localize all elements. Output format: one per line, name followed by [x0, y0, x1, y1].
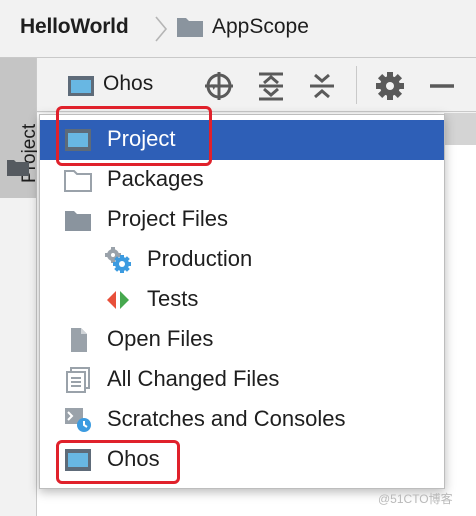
folder-icon — [7, 160, 29, 176]
view-selector-value: Ohos — [103, 72, 154, 95]
breadcrumb-root[interactable]: HelloWorld — [20, 15, 129, 39]
annotation-project — [56, 106, 212, 166]
scratches-icon — [65, 408, 91, 432]
tool-window-strip: Project — [0, 58, 40, 516]
menu-item-label: Packages — [107, 166, 204, 191]
folder-icon — [65, 211, 91, 231]
tree-row-highlight — [444, 113, 476, 145]
chevron-right-icon — [155, 16, 168, 42]
menu-item-project-files[interactable]: Project Files — [40, 200, 444, 240]
folder-outline-icon — [64, 170, 92, 192]
locate-icon[interactable] — [203, 70, 235, 102]
menu-item-label: Open Files — [107, 326, 214, 351]
menu-item-label: Project Files — [107, 206, 229, 231]
toolbar-separator — [356, 66, 357, 104]
tests-icon — [107, 291, 129, 309]
menu-item-label: Production — [147, 246, 253, 271]
menu-item-production[interactable]: Production — [40, 240, 444, 280]
view-mode-popup: Project Packages Project Files Productio… — [39, 114, 445, 489]
menu-item-scratches[interactable]: Scratches and Consoles — [40, 400, 444, 440]
gear-icon[interactable] — [374, 70, 406, 102]
menu-item-packages[interactable]: Packages — [40, 160, 444, 200]
menu-item-label: All Changed Files — [107, 366, 280, 391]
breadcrumb-leaf[interactable]: AppScope — [212, 15, 309, 39]
hide-icon[interactable] — [426, 70, 458, 102]
gears-icon — [105, 247, 131, 273]
annotation-ohos — [56, 440, 180, 484]
folder-icon — [177, 18, 203, 37]
menu-item-label: Scratches and Consoles — [107, 406, 346, 431]
file-icon — [71, 328, 87, 352]
collapse-all-icon[interactable] — [306, 70, 338, 102]
menu-item-all-changed-files[interactable]: All Changed Files — [40, 360, 444, 400]
menu-item-tests[interactable]: Tests — [40, 280, 444, 320]
project-toolbar: Ohos ▾ — [37, 58, 476, 112]
ohos-view-icon — [68, 76, 94, 96]
watermark: @51CTO博客 — [378, 492, 453, 506]
expand-all-icon[interactable] — [255, 70, 287, 102]
breadcrumb: HelloWorld AppScope — [0, 0, 476, 58]
menu-item-open-files[interactable]: Open Files — [40, 320, 444, 360]
project-tool-tab[interactable]: Project — [0, 58, 40, 198]
changed-files-icon — [66, 367, 90, 393]
menu-item-label: Tests — [147, 286, 199, 311]
